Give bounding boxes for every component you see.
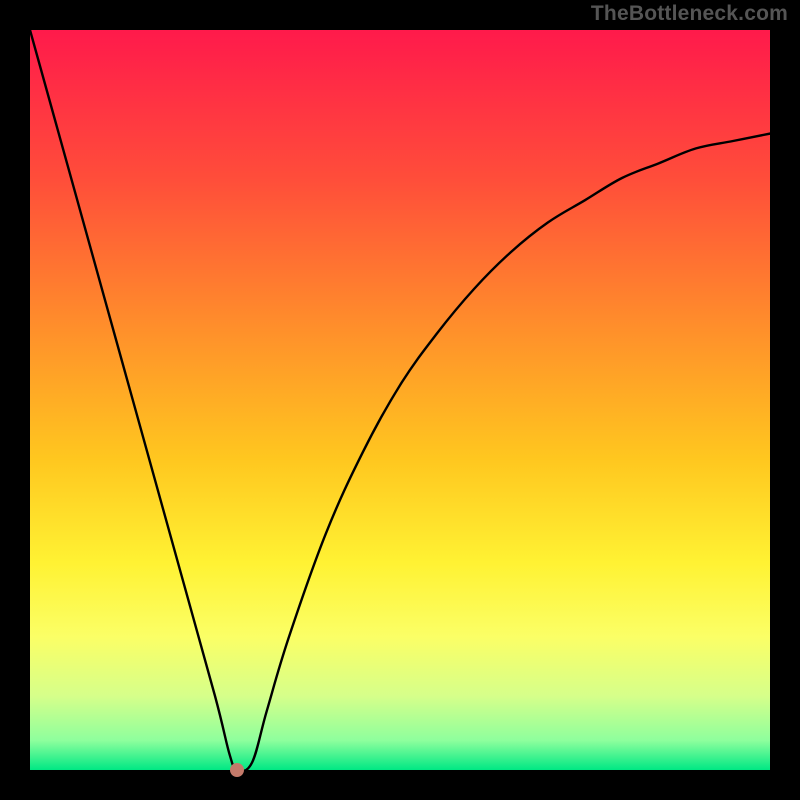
plot-area <box>30 30 770 770</box>
curve-layer <box>30 30 770 770</box>
optimal-point-marker <box>230 763 244 777</box>
chart-frame: TheBottleneck.com <box>0 0 800 800</box>
bottleneck-curve <box>30 30 770 770</box>
watermark-text: TheBottleneck.com <box>591 2 788 26</box>
